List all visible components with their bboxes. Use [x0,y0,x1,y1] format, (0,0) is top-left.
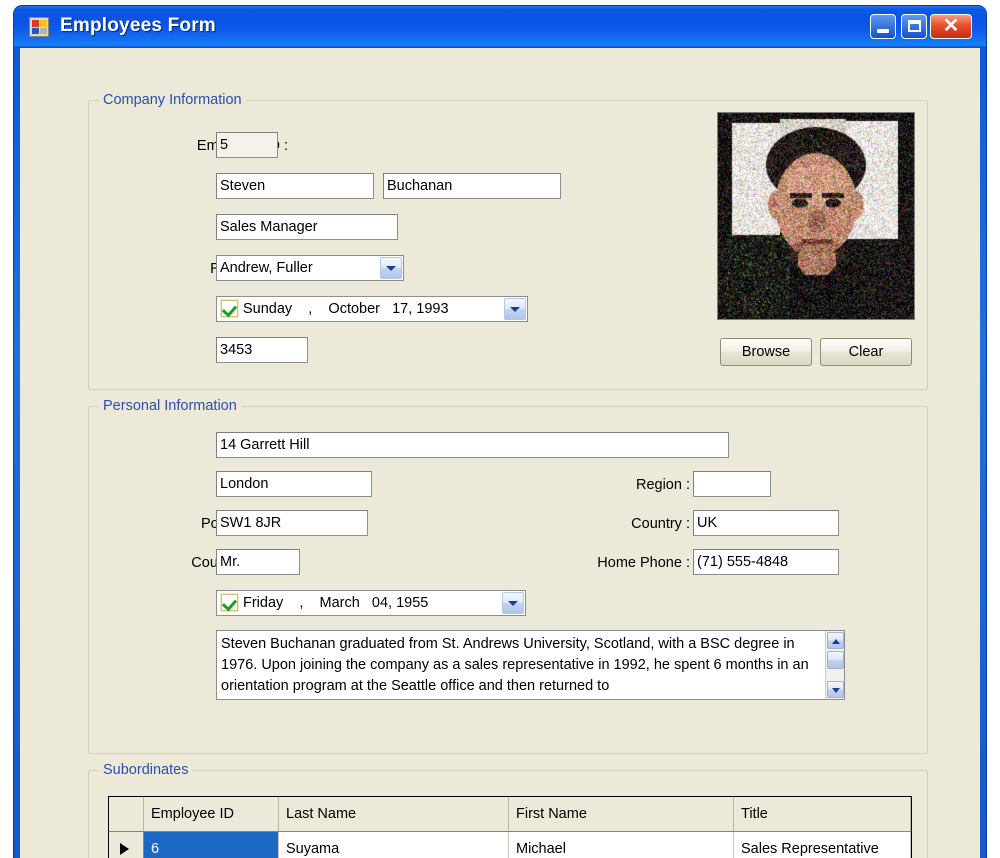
postal-code-input[interactable]: SW1 8JR [216,510,368,536]
employee-id-input[interactable]: 5 [216,132,278,158]
hire-date-dropdown-icon[interactable] [504,298,526,320]
birth-date-checkbox[interactable] [221,594,238,611]
notes-textarea[interactable]: Steven Buchanan graduated from St. Andre… [216,630,845,700]
scroll-up-icon[interactable] [827,632,844,649]
maximize-icon [908,20,921,32]
country-label: Country : [560,516,690,532]
cell-title[interactable]: Sales Representative [734,832,911,858]
first-name-input[interactable]: Steven [216,173,374,199]
row-indicator[interactable] [109,832,144,858]
cell-last-name[interactable]: Suyama [279,832,509,858]
hire-date-picker[interactable]: Sunday , October 17, 1993 [216,296,528,322]
chevron-down-icon[interactable] [380,257,402,279]
window-title: Employees Form [60,15,216,37]
form-client-area: Company Information Employee ID : 5 Firs… [20,48,980,858]
region-input[interactable] [693,471,771,497]
window-titlebar: Employees Form ✕ [14,6,986,48]
table-header-row: Employee ID Last Name First Name Title [109,797,911,832]
subordinates-grid[interactable]: Employee ID Last Name First Name Title 6… [108,796,912,858]
close-icon: ✕ [931,15,971,38]
cell-employee-id[interactable]: 6 [144,832,279,858]
column-header-title[interactable]: Title [734,797,911,832]
scrollbar-thumb[interactable] [827,651,844,669]
close-button[interactable]: ✕ [930,14,972,39]
personal-information-group: Personal Information [88,406,928,754]
reports-to-combobox[interactable]: Andrew, Fuller [216,255,404,281]
column-header-first-name[interactable]: First Name [509,797,734,832]
winforms-app-icon [29,17,49,37]
home-phone-label: Home Phone : [544,555,690,571]
application-root: Employees Form ✕ Company Information Emp… [0,0,1000,854]
clear-button[interactable]: Clear [820,338,912,366]
personal-information-legend: Personal Information [99,398,241,414]
minimize-button[interactable] [870,14,896,39]
subordinates-table: Employee ID Last Name First Name Title 6… [109,797,911,858]
birth-date-dropdown-icon[interactable] [502,592,524,614]
courtesy-title-input[interactable]: Mr. [216,549,300,575]
extension-input[interactable]: 3453 [216,337,308,363]
hire-date-value: Sunday , October 17, 1993 [243,299,449,320]
row-header-corner [109,797,144,832]
hire-date-checkbox[interactable] [221,300,238,317]
last-name-input[interactable]: Buchanan [383,173,561,199]
table-body: 6SuyamaMichaelSales Representative7KingR… [109,832,911,858]
address-input[interactable]: 14 Garrett Hill [216,432,729,458]
region-label: Region : [560,477,690,493]
home-phone-input[interactable]: (71) 555-4848 [693,549,839,575]
country-input[interactable]: UK [693,510,839,536]
notes-scrollbar[interactable] [825,631,844,699]
maximize-button[interactable] [901,14,927,39]
city-input[interactable]: London [216,471,372,497]
title-input[interactable]: Sales Manager [216,214,398,240]
browse-button[interactable]: Browse [720,338,812,366]
birth-date-picker[interactable]: Friday , March 04, 1955 [216,590,526,616]
table-row[interactable]: 6SuyamaMichaelSales Representative [109,832,911,858]
employees-form-window: Employees Form ✕ Company Information Emp… [14,6,986,858]
birth-date-value: Friday , March 04, 1955 [243,593,428,614]
cell-first-name[interactable]: Michael [509,832,734,858]
notes-value: Steven Buchanan graduated from St. Andre… [221,634,821,697]
employee-photo [717,112,915,320]
minimize-icon [877,29,889,33]
company-information-legend: Company Information [99,92,246,108]
employee-photo-canvas [718,113,914,319]
reports-to-value: Andrew, Fuller [220,260,313,276]
column-header-employee-id[interactable]: Employee ID [144,797,279,832]
scroll-down-icon[interactable] [827,681,844,698]
subordinates-legend: Subordinates [99,762,192,778]
column-header-last-name[interactable]: Last Name [279,797,509,832]
